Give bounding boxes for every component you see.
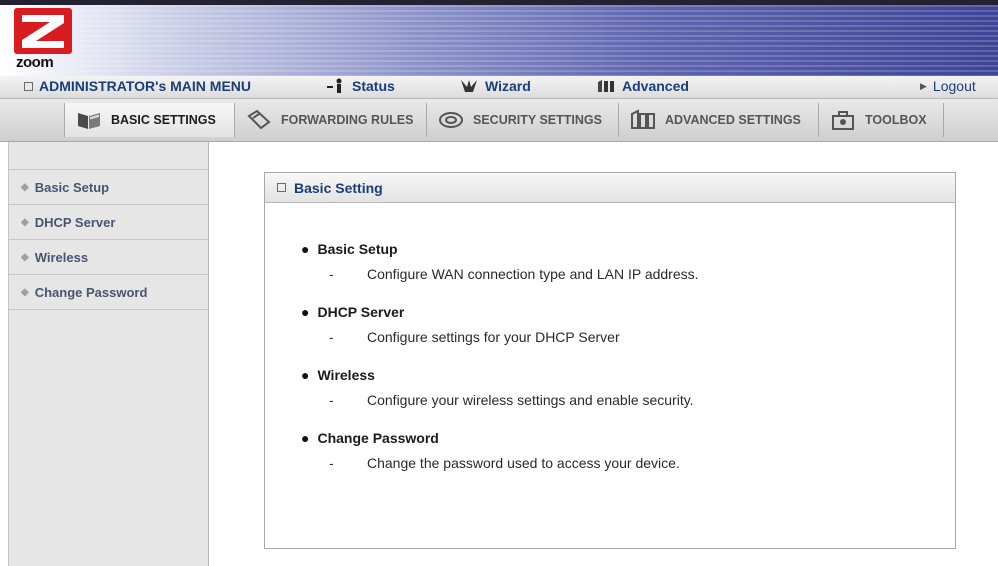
panel-header: Basic Setting xyxy=(265,173,955,203)
entry-desc-text: Configure settings for your DHCP Server xyxy=(367,329,620,345)
sidebar-item-label: Change Password xyxy=(34,284,148,300)
bullet-icon: ◆ xyxy=(21,251,29,263)
entry-desc-text: Configure WAN connection type and LAN IP… xyxy=(367,266,699,282)
sidebar-item-label: Basic Setup xyxy=(34,179,110,195)
entry-description: - Configure your wireless settings and e… xyxy=(301,392,955,408)
tab-forwarding-rules[interactable]: FORWARDING RULES xyxy=(235,103,427,137)
bullet-dot-icon: ● xyxy=(301,304,310,320)
tab-advanced-settings-label: ADVANCED SETTINGS xyxy=(665,113,801,127)
entry-title-change-password[interactable]: ● Change Password xyxy=(301,430,955,446)
entry-title-label: DHCP Server xyxy=(317,304,405,320)
main-menu-title-label: ADMINISTRATOR's MAIN MENU xyxy=(39,78,252,94)
logout-link[interactable]: ▶ Logout xyxy=(920,78,976,94)
advanced-cabinet-icon xyxy=(598,80,614,92)
sidebar-item-change-password[interactable]: ◆ Change Password xyxy=(9,275,208,310)
logo-wordmark: zoom xyxy=(16,54,54,71)
bullet-dot-icon: ● xyxy=(301,430,310,446)
sidebar-item-dhcp-server[interactable]: ◆ DHCP Server xyxy=(9,205,208,240)
main-menu-title[interactable]: ADMINISTRATOR's MAIN MENU xyxy=(24,78,251,94)
entry-dash: - xyxy=(329,455,334,471)
entry-dash: - xyxy=(329,392,334,408)
banner-top-edge xyxy=(0,0,998,5)
menu-square-icon xyxy=(24,81,33,91)
entry-title-label: Wireless xyxy=(317,367,375,383)
logout-label: Logout xyxy=(932,78,976,94)
sidebar-item-label: Wireless xyxy=(34,249,89,265)
list-item: ● Basic Setup - Configure WAN connection… xyxy=(301,241,955,282)
tab-basic-settings-label: BASIC SETTINGS xyxy=(111,113,216,127)
panel-title: Basic Setting xyxy=(294,179,383,196)
cabinet-icon xyxy=(631,109,655,129)
entry-dash: - xyxy=(329,266,334,282)
caret-right-icon: ▶ xyxy=(920,80,927,91)
entry-description: - Configure WAN connection type and LAN … xyxy=(301,266,955,282)
entry-description: - Change the password used to access you… xyxy=(301,455,955,471)
sidebar-item-basic-setup[interactable]: ◆ Basic Setup xyxy=(9,170,208,205)
tab-forwarding-rules-label: FORWARDING RULES xyxy=(281,113,414,127)
advanced-label: Advanced xyxy=(622,78,689,94)
entry-title-basic-setup[interactable]: ● Basic Setup xyxy=(301,241,955,257)
bullet-icon: ◆ xyxy=(21,216,29,228)
tab-security-settings[interactable]: SECURITY SETTINGS xyxy=(427,103,619,137)
list-item: ● DHCP Server - Configure settings for y… xyxy=(301,304,955,345)
bullet-icon: ◆ xyxy=(21,286,29,298)
z-letter-icon xyxy=(22,15,64,48)
advanced-link[interactable]: Advanced xyxy=(596,78,689,94)
wizard-link[interactable]: Wizard xyxy=(459,78,531,94)
entry-title-dhcp-server[interactable]: ● DHCP Server xyxy=(301,304,955,320)
wizard-label: Wizard xyxy=(485,78,531,94)
status-person-icon xyxy=(327,78,342,93)
toolbox-icon xyxy=(832,111,854,130)
wizard-icon xyxy=(461,80,477,92)
lock-disc-icon xyxy=(439,112,463,128)
panel-square-icon xyxy=(277,183,286,192)
folder-book-icon xyxy=(78,113,100,129)
zoom-logo-mark xyxy=(14,8,72,54)
settings-tab-bar: BASIC SETTINGS FORWARDING RULES SECURITY… xyxy=(0,99,998,142)
tab-basic-settings[interactable]: BASIC SETTINGS xyxy=(64,103,235,137)
list-item: ● Wireless - Configure your wireless set… xyxy=(301,367,955,408)
entry-title-wireless[interactable]: ● Wireless xyxy=(301,367,955,383)
sidebar-item-wireless[interactable]: ◆ Wireless xyxy=(9,240,208,275)
entry-desc-text: Change the password used to access your … xyxy=(367,455,680,471)
sidebar-item-label: DHCP Server xyxy=(34,214,116,230)
basic-setting-panel: Basic Setting ● Basic Setup - Configure … xyxy=(264,172,956,549)
tab-toolbox-label: TOOLBOX xyxy=(865,113,927,127)
panel-body: ● Basic Setup - Configure WAN connection… xyxy=(265,203,955,471)
status-label: Status xyxy=(352,78,395,94)
sidebar-header xyxy=(9,142,208,170)
entry-desc-text: Configure your wireless settings and ena… xyxy=(367,392,694,408)
list-item: ● Change Password - Change the password … xyxy=(301,430,955,471)
tab-advanced-settings[interactable]: ADVANCED SETTINGS xyxy=(619,103,819,137)
main-menu-bar: ADMINISTRATOR's MAIN MENU Status Wizard … xyxy=(0,76,998,99)
bullet-dot-icon: ● xyxy=(301,241,310,257)
entry-title-label: Change Password xyxy=(317,430,439,446)
zoom-logo: zoom xyxy=(14,8,72,71)
forwarding-icon xyxy=(247,109,271,130)
entry-description: - Configure settings for your DHCP Serve… xyxy=(301,329,955,345)
bullet-icon: ◆ xyxy=(21,181,29,193)
status-link[interactable]: Status xyxy=(326,78,395,94)
entry-title-label: Basic Setup xyxy=(317,241,398,257)
tab-security-settings-label: SECURITY SETTINGS xyxy=(473,113,602,127)
header-banner: zoom xyxy=(0,0,998,76)
sidebar: ◆ Basic Setup ◆ DHCP Server ◆ Wireless ◆… xyxy=(8,142,209,566)
entry-dash: - xyxy=(329,329,334,345)
tab-toolbox[interactable]: TOOLBOX xyxy=(819,103,944,137)
banner-stripes xyxy=(80,0,998,76)
bullet-dot-icon: ● xyxy=(301,367,310,383)
